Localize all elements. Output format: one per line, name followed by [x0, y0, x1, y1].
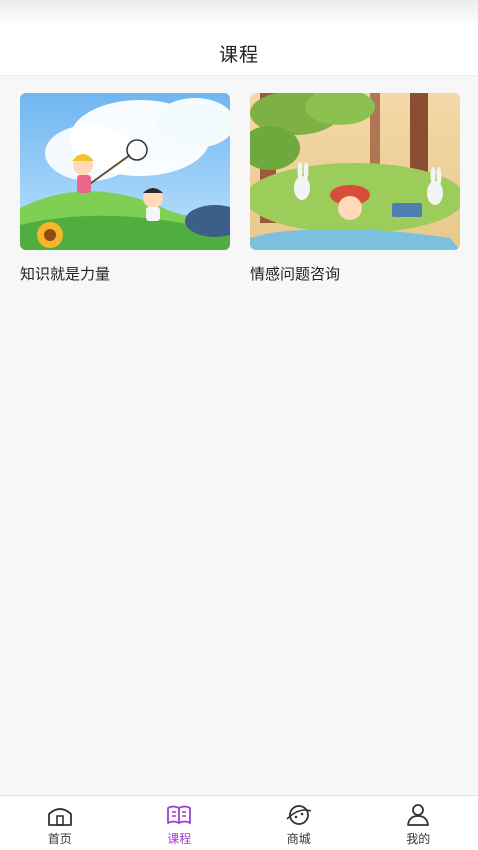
tab-label: 我的 [406, 832, 431, 846]
page-title: 课程 [218, 44, 259, 66]
home-icon [47, 808, 72, 826]
top-header: 课程 [0, 0, 478, 76]
course-card-knowledge[interactable]: 知识就是力量 [20, 93, 230, 284]
course-title[interactable]: 情感问题咨询 [250, 264, 460, 284]
tab-profile[interactable]: 我的 [359, 796, 478, 850]
course-list: 知识就是力量 情感问题咨询 [0, 77, 478, 795]
course-thumbnail-girl-net[interactable] [20, 93, 230, 250]
tab-home[interactable]: 首页 [0, 796, 120, 850]
tab-label: 首页 [47, 832, 72, 846]
book-icon [167, 805, 192, 824]
course-title[interactable]: 知识就是力量 [20, 264, 230, 284]
status-bar-area [0, 0, 478, 26]
course-thumbnail-forest[interactable] [250, 93, 460, 250]
bottom-tab-bar: 首页 课程 商城 我的 [0, 795, 478, 850]
tab-label: 商城 [286, 832, 311, 846]
planet-icon [286, 805, 312, 825]
tab-course[interactable]: 课程 [120, 796, 240, 850]
tab-shop[interactable]: 商城 [239, 796, 359, 850]
course-card-emotion[interactable]: 情感问题咨询 [250, 93, 460, 284]
user-icon [407, 804, 430, 826]
tab-label: 课程 [167, 832, 192, 846]
